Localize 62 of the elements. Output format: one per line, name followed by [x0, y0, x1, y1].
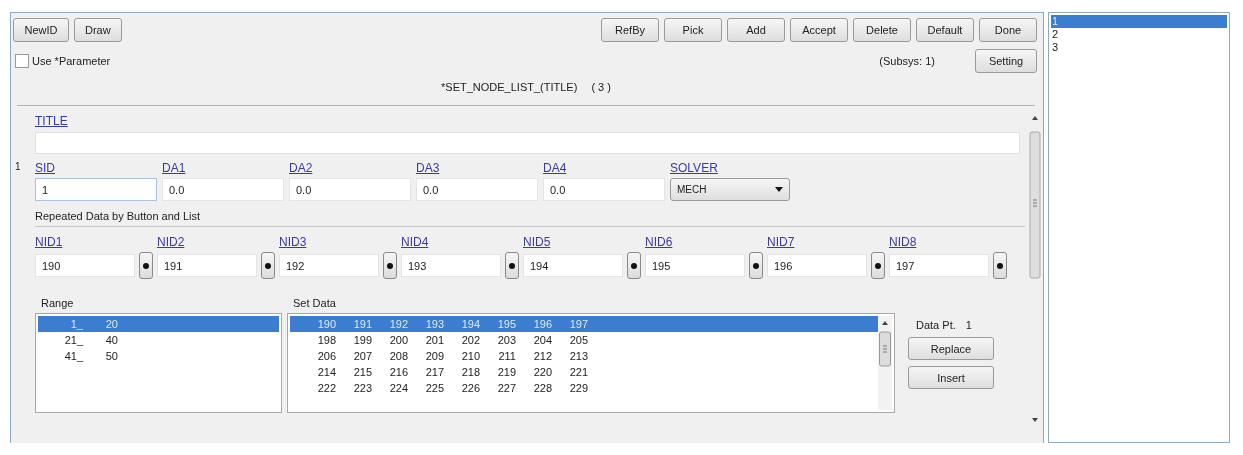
list-action-button[interactable]: Insert: [908, 366, 994, 389]
field-input[interactable]: 195: [645, 254, 745, 277]
field-input[interactable]: 196: [767, 254, 867, 277]
range-item[interactable]: 1_ 20: [38, 316, 279, 332]
toolbar-button[interactable]: Add: [727, 18, 785, 42]
toolbar-button[interactable]: Delete: [853, 18, 911, 42]
field-link[interactable]: TITLE: [35, 114, 68, 128]
field-link[interactable]: NID1: [35, 235, 63, 249]
range-item[interactable]: 41_ 50: [38, 348, 279, 364]
data-row[interactable]: 222 223 224 225 226 227 228 229: [290, 380, 878, 396]
toolbar-button[interactable]: RefBy: [601, 18, 659, 42]
field-input[interactable]: 193: [401, 254, 501, 277]
range-item[interactable]: 21_ 40: [38, 332, 279, 348]
field-link[interactable]: NID2: [157, 235, 185, 249]
field-input[interactable]: 0.0: [162, 178, 284, 201]
data-point-label: Data Pt.: [916, 319, 956, 331]
field-input[interactable]: 192: [279, 254, 379, 277]
field-input[interactable]: 1: [35, 178, 157, 201]
field-input[interactable]: 190: [35, 254, 135, 277]
toolbar-button[interactable]: Draw: [74, 18, 122, 42]
field-link[interactable]: NID8: [889, 235, 917, 249]
field-link[interactable]: NID4: [401, 235, 429, 249]
field-link[interactable]: DA2: [289, 161, 313, 175]
field-input[interactable]: 197: [889, 254, 989, 277]
card-list-item[interactable]: 2: [1051, 28, 1227, 41]
data-row[interactable]: 198 199 200 201 202 203 204 205: [290, 332, 878, 348]
solver-dropdown[interactable]: MECH: [670, 178, 790, 201]
list-label: Set Data: [292, 297, 337, 309]
toolbar-button[interactable]: Default: [916, 18, 974, 42]
field-link[interactable]: NID3: [279, 235, 307, 249]
field-link[interactable]: DA4: [543, 161, 567, 175]
field-link[interactable]: SID: [35, 161, 55, 175]
toolbar-button[interactable]: Pick: [664, 18, 722, 42]
card-list-item[interactable]: 1: [1051, 15, 1227, 28]
toolbar-button[interactable]: Accept: [790, 18, 848, 42]
checkbox-label: Use *Parameter: [32, 55, 111, 67]
card-title: *SET_NODE_LIST_(TITLE): [441, 81, 578, 93]
row-number: 1: [15, 161, 22, 172]
card-list-item[interactable]: 3: [1051, 41, 1227, 54]
field-link[interactable]: NID6: [645, 235, 673, 249]
toolbar-button[interactable]: Done: [979, 18, 1037, 42]
list-action-button[interactable]: Replace: [908, 337, 994, 360]
subsys-label: (Subsys: 1): [879, 55, 935, 67]
toolbar-button[interactable]: NewID: [13, 18, 69, 42]
field-input[interactable]: 0.0: [543, 178, 665, 201]
field-link[interactable]: NID7: [767, 235, 795, 249]
data-row[interactable]: 206 207 208 209 210 211 212 213: [290, 348, 878, 364]
field-link[interactable]: DA3: [416, 161, 440, 175]
data-row[interactable]: 190 191 192 193 194 195 196 197: [290, 316, 878, 332]
field-input[interactable]: 0.0: [416, 178, 538, 201]
data-point-value: 1: [965, 319, 972, 331]
setting-button[interactable]: Setting: [975, 49, 1037, 73]
field-link[interactable]: DA1: [162, 161, 186, 175]
field-input[interactable]: 0.0: [289, 178, 411, 201]
field-link[interactable]: SOLVER: [670, 161, 718, 175]
data-row[interactable]: 214 215 216 217 218 219 220 221: [290, 364, 878, 380]
field-input[interactable]: 191: [157, 254, 257, 277]
field-input[interactable]: 194: [523, 254, 623, 277]
list-label: Range: [40, 297, 75, 309]
field-link[interactable]: NID5: [523, 235, 551, 249]
card-count: ( 3 ): [591, 81, 611, 93]
section-heading: Repeated Data by Button and List: [35, 210, 201, 222]
